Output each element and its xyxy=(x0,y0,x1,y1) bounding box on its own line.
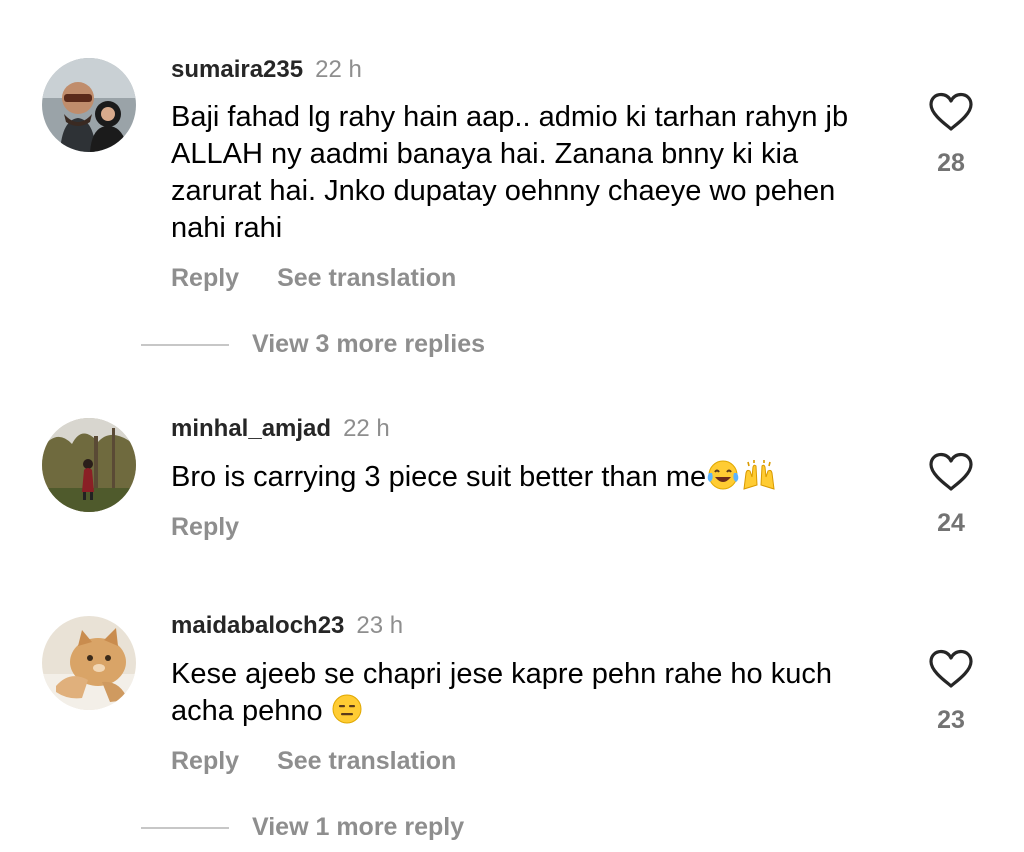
timestamp: 22 h xyxy=(343,415,390,442)
avatar[interactable] xyxy=(42,58,136,152)
username[interactable]: minhal_amjad xyxy=(171,415,331,442)
comment-actions: Reply See translation xyxy=(171,264,456,293)
comment-text: Baji fahad lg rahy hain aap.. admio ki t… xyxy=(171,101,849,244)
username[interactable]: maidabaloch23 xyxy=(171,612,344,639)
like-count: 28 xyxy=(937,149,965,177)
comment-meta: sumaira235 22 h xyxy=(171,56,362,84)
comment-actions: Reply See translation xyxy=(171,747,456,776)
username[interactable]: sumaira235 xyxy=(171,56,303,83)
avatar[interactable] xyxy=(42,418,136,512)
reply-button[interactable]: Reply xyxy=(171,747,239,775)
face-with-tears-of-joy-icon xyxy=(706,459,740,501)
like-count: 23 xyxy=(937,706,965,734)
timestamp: 23 h xyxy=(356,612,404,639)
avatar[interactable] xyxy=(42,616,136,710)
like-count: 24 xyxy=(937,509,965,537)
see-translation-button[interactable]: See translation xyxy=(277,264,456,292)
heart-icon[interactable] xyxy=(928,452,974,492)
raising-hands-icon xyxy=(740,459,778,501)
reply-button[interactable]: Reply xyxy=(171,513,239,541)
view-replies-label: View 1 more reply xyxy=(252,813,465,841)
divider-line xyxy=(141,826,229,829)
comment-text: Kese ajeeb se chapri jese kapre pehn rah… xyxy=(171,658,832,727)
divider-line xyxy=(141,343,229,346)
expressionless-face-icon xyxy=(331,693,363,735)
comment-text-row: Bro is carrying 3 piece suit better than… xyxy=(171,459,891,501)
heart-icon[interactable] xyxy=(928,92,974,132)
see-translation-button[interactable]: See translation xyxy=(277,747,456,775)
heart-icon[interactable] xyxy=(928,649,974,689)
comment-meta: maidabaloch23 23 h xyxy=(171,612,403,640)
view-replies-label: View 3 more replies xyxy=(252,330,485,358)
view-replies-button[interactable]: View 1 more reply xyxy=(141,813,464,842)
timestamp: 22 h xyxy=(315,56,362,83)
comment-meta: minhal_amjad 22 h xyxy=(171,415,390,443)
comment-text-row: Kese ajeeb se chapri jese kapre pehn rah… xyxy=(171,656,891,735)
comment-actions: Reply xyxy=(171,513,239,542)
view-replies-button[interactable]: View 3 more replies xyxy=(141,330,485,359)
comment-text: Bro is carrying 3 piece suit better than… xyxy=(171,461,707,493)
reply-button[interactable]: Reply xyxy=(171,264,239,292)
